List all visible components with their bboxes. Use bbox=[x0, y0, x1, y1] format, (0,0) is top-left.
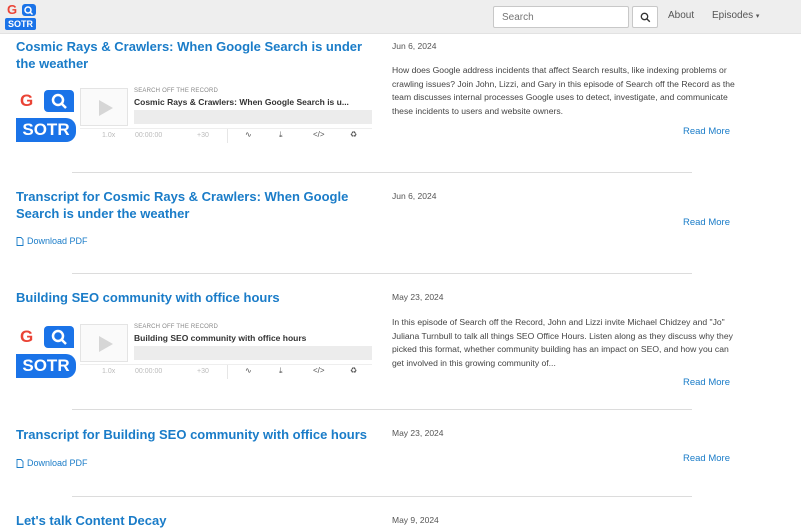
play-icon bbox=[99, 336, 113, 352]
player-episode-title: Cosmic Rays & Crawlers: When Google Sear… bbox=[134, 97, 349, 107]
embed-code-icon[interactable]: </> bbox=[313, 366, 325, 375]
podcast-show-name: SEARCH OFF THE RECORD bbox=[134, 88, 219, 94]
site-logo[interactable]: G SOTR bbox=[5, 3, 37, 30]
episode-title-link[interactable]: Building SEO community with office hours bbox=[16, 289, 376, 306]
skip-forward-button[interactable]: +30 bbox=[197, 368, 209, 375]
download-icon[interactable]: ⤓ bbox=[279, 130, 283, 140]
episode-title-link[interactable]: Let's talk Content Decay bbox=[16, 512, 376, 529]
play-button[interactable] bbox=[80, 88, 128, 126]
pdf-file-icon bbox=[16, 236, 24, 246]
read-more-link[interactable]: Read More bbox=[683, 126, 730, 135]
download-icon[interactable]: ⤓ bbox=[279, 366, 283, 376]
skip-forward-button[interactable]: +30 bbox=[197, 132, 209, 139]
rss-icon[interactable]: ∿ bbox=[245, 366, 252, 375]
top-navbar: G SOTR About Episodes ▾ bbox=[0, 0, 801, 34]
player-episode-title: Building SEO community with office hours bbox=[134, 333, 307, 343]
read-more-link[interactable]: Read More bbox=[683, 453, 730, 464]
episode-date: May 23, 2024 bbox=[392, 292, 444, 302]
episode-divider bbox=[72, 496, 692, 497]
progress-bar[interactable] bbox=[134, 346, 372, 360]
google-g-logo: G bbox=[20, 91, 34, 110]
episode-date: Jun 6, 2024 bbox=[392, 191, 437, 201]
search-button[interactable] bbox=[632, 6, 658, 28]
search-icon bbox=[640, 12, 650, 22]
download-pdf-link[interactable]: Download PDF bbox=[16, 458, 88, 468]
share-icon[interactable]: ♻ bbox=[350, 130, 357, 139]
share-icon[interactable]: ♻ bbox=[350, 366, 357, 375]
read-more-link[interactable]: Read More bbox=[683, 377, 730, 388]
read-more-link[interactable]: Read More bbox=[683, 217, 730, 228]
episode-divider bbox=[72, 409, 692, 410]
rss-icon[interactable]: ∿ bbox=[245, 130, 252, 139]
playback-speed[interactable]: 1.0x bbox=[102, 132, 115, 139]
player-controls: 1.0x 00:00:00 +30 ∿ ⤓ </> ♻ bbox=[80, 128, 372, 143]
episode-title-link[interactable]: Cosmic Rays & Crawlers: When Google Sear… bbox=[16, 38, 376, 72]
pdf-file-icon bbox=[16, 458, 24, 468]
elapsed-time: 00:00:00 bbox=[135, 368, 163, 375]
episode-divider bbox=[72, 172, 692, 173]
play-button[interactable] bbox=[80, 324, 128, 362]
google-g-logo: G bbox=[7, 2, 18, 17]
google-g-logo: G bbox=[20, 327, 34, 346]
sotr-artwork-text: SOTR bbox=[16, 118, 76, 142]
search-magnifier-icon bbox=[22, 4, 36, 16]
nav-episodes-dropdown[interactable]: Episodes ▾ bbox=[712, 10, 759, 21]
audio-player: G SOTR SEARCH OFF THE RECORD Building SE… bbox=[16, 322, 372, 380]
sotr-artwork-text: SOTR bbox=[16, 354, 76, 378]
play-icon bbox=[99, 100, 113, 116]
transcript-title-link[interactable]: Transcript for Cosmic Rays & Crawlers: W… bbox=[16, 188, 376, 222]
podcast-artwork: G SOTR bbox=[16, 322, 76, 378]
transcript-title-link[interactable]: Transcript for Building SEO community wi… bbox=[16, 426, 396, 443]
nav-about-link[interactable]: About bbox=[668, 10, 694, 21]
episode-description: In this episode of Search off the Record… bbox=[392, 317, 733, 368]
episode-date: Jun 6, 2024 bbox=[392, 41, 437, 51]
episode-description: How does Google address incidents that a… bbox=[392, 65, 735, 116]
episode-divider bbox=[72, 273, 692, 274]
caret-down-icon: ▾ bbox=[755, 13, 760, 20]
episode-date: May 23, 2024 bbox=[392, 428, 444, 438]
embed-code-icon[interactable]: </> bbox=[313, 130, 325, 139]
progress-bar[interactable] bbox=[134, 110, 372, 124]
audio-player: G SOTR SEARCH OFF THE RECORD Cosmic Rays… bbox=[16, 86, 372, 144]
download-pdf-label: Download PDF bbox=[27, 236, 88, 246]
search-magnifier-icon bbox=[44, 326, 74, 348]
nav-episodes-label: Episodes bbox=[712, 10, 754, 21]
sotr-logo-text: SOTR bbox=[5, 18, 36, 30]
podcast-show-name: SEARCH OFF THE RECORD bbox=[134, 324, 219, 330]
episode-date: May 9, 2024 bbox=[392, 515, 439, 525]
podcast-artwork: G SOTR bbox=[16, 86, 76, 142]
download-pdf-link[interactable]: Download PDF bbox=[16, 236, 88, 246]
player-controls: 1.0x 00:00:00 +30 ∿ ⤓ </> ♻ bbox=[80, 364, 372, 379]
elapsed-time: 00:00:00 bbox=[135, 132, 163, 139]
playback-speed[interactable]: 1.0x bbox=[102, 368, 115, 375]
search-input[interactable] bbox=[493, 6, 629, 28]
search-magnifier-icon bbox=[44, 90, 74, 112]
download-pdf-label: Download PDF bbox=[27, 458, 88, 468]
